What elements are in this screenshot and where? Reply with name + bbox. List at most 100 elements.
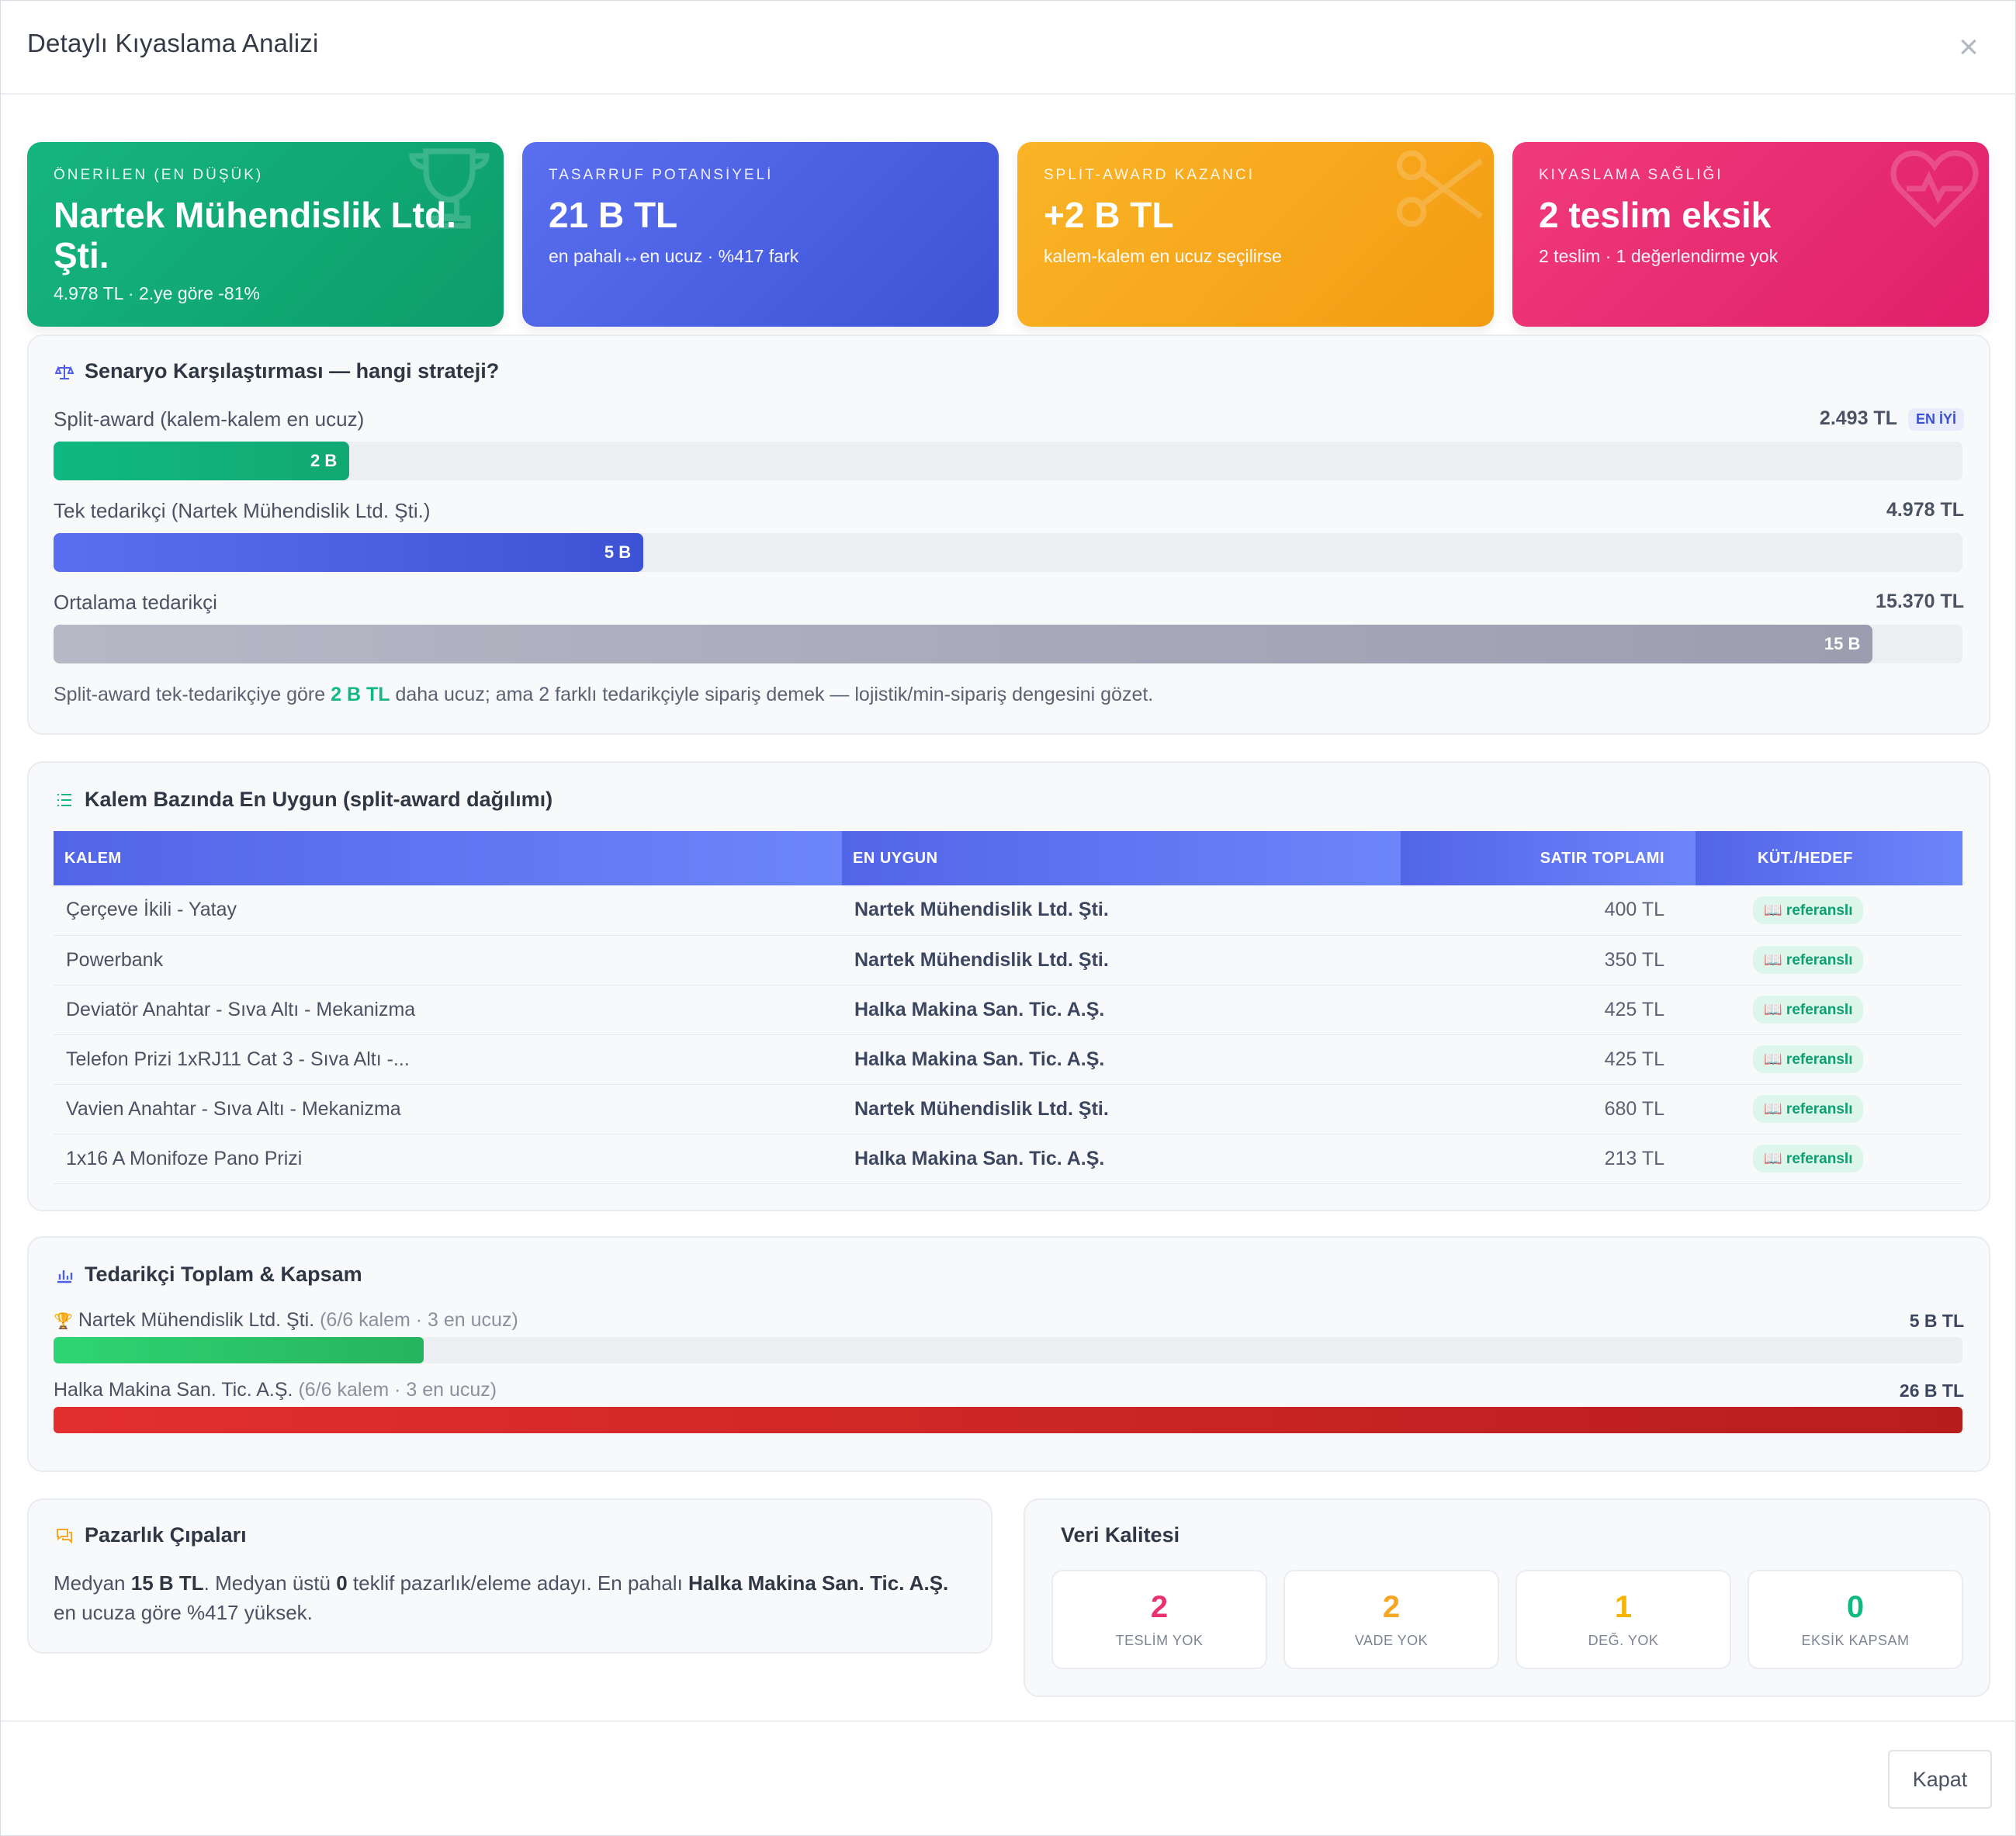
scenario-note: Split-award tek-tedarikçiye göre 2 B TL … <box>54 684 1153 706</box>
table-row: Powerbank Nartek Mühendislik Ltd. Şti. 3… <box>54 935 1962 986</box>
note-text: Split-award tek-tedarikçiye göre <box>54 684 331 705</box>
modal-footer: Kapat <box>1 1720 2016 1836</box>
kpi-label: SPLİT-AWARD KAZANCI <box>1044 167 1256 183</box>
reference-badge: 📖 referanslı <box>1753 946 1864 974</box>
dq-card-delivery: 2 TESLİM YOK <box>1051 1570 1267 1669</box>
scenario-label: Ortalama tedarikçi <box>54 591 217 614</box>
note-text: daha ucuz; ama 2 farklı tedarikçiyle sip… <box>390 684 1154 705</box>
dq-number: 1 <box>1614 1590 1633 1624</box>
dq-label: VADE YOK <box>1354 1633 1429 1648</box>
supplier-label: Halka Makina San. Tic. A.Ş. (6/6 kalem ·… <box>54 1379 497 1401</box>
scenario-bar-fill: 2 B <box>54 442 350 480</box>
item-total: 680 TL <box>1401 1084 1696 1135</box>
chat-icon <box>57 1529 72 1544</box>
comparison-modal: Detaylı Kıyaslama Analizi × ÖNERİLEN (EN… <box>0 0 2016 1836</box>
kpi-health: KIYASLAMA SAĞLIĞI 2 teslim eksik 2 tesli… <box>1512 142 1989 327</box>
kpi-savings: TASARRUF POTANSİYELİ 21 B TL en pahalı↔e… <box>522 142 999 327</box>
scenario-bar-track: 15 B <box>54 625 1962 663</box>
item-name: Powerbank <box>54 935 842 986</box>
kpi-value: 21 B TL <box>549 195 678 235</box>
negotiation-text: Medyan 15 B TL. Medyan üstü 0 teklif paz… <box>54 1568 954 1627</box>
kpi-sub: 4.978 TL · 2.ye göre -81% <box>54 283 260 303</box>
text: . Medyan üstü <box>203 1571 337 1595</box>
supplier-value: 5 B TL <box>1909 1311 1964 1331</box>
reference-badge: 📖 referanslı <box>1753 1045 1864 1073</box>
negotiation-panel: Pazarlık Çıpaları Medyan 15 B TL. Medyan… <box>27 1498 992 1654</box>
items-table: KALEM EN UYGUN SATIR TOPLAMI KÜT./HEDEF … <box>54 831 1962 1184</box>
kpi-label: TASARRUF POTANSİYELİ <box>549 167 774 183</box>
item-supplier: Nartek Mühendislik Ltd. Şti. <box>842 1084 1401 1135</box>
scenario-value: 4.978 TL <box>1886 499 1964 521</box>
kpi-sub: en pahalı↔en ucuz · %417 fark <box>549 246 799 266</box>
table-row: Telefon Prizi 1xRJ11 Cat 3 - Sıva Altı -… <box>54 1034 1962 1085</box>
close-icon[interactable]: × <box>1952 30 1986 64</box>
data-quality-panel: Veri Kalitesi 2 TESLİM YOK 2 VADE YOK 1 … <box>1024 1498 1990 1697</box>
kpi-sub: kalem-kalem en ucuz seçilirse <box>1044 246 1282 266</box>
item-target: 📖 referanslı <box>1696 935 1962 986</box>
table-row: Deviatör Anahtar - Sıva Altı - Mekanizma… <box>54 985 1962 1035</box>
items-panel: Kalem Bazında En Uygun (split-award dağı… <box>27 761 1990 1211</box>
dq-number: 2 <box>1382 1590 1401 1624</box>
item-supplier: Halka Makina San. Tic. A.Ş. <box>842 985 1401 1035</box>
dq-label: EKSİK KAPSAM <box>1801 1633 1910 1648</box>
kpi-split-award: SPLİT-AWARD KAZANCI +2 B TL kalem-kalem … <box>1017 142 1494 327</box>
item-name: Deviatör Anahtar - Sıva Altı - Mekanizma <box>54 985 842 1035</box>
dq-number: 0 <box>1846 1590 1865 1624</box>
most-expensive-supplier: Halka Makina San. Tic. A.Ş. <box>688 1571 949 1595</box>
kpi-recommended: ÖNERİLEN (EN DÜŞÜK) Nartek Mühendislik L… <box>27 142 504 327</box>
scenario-label: Tek tedarikçi (Nartek Mühendislik Ltd. Ş… <box>54 499 431 522</box>
text: teklif pazarlık/eleme adayı. En pahalı <box>347 1571 689 1595</box>
scenario-panel: Senaryo Karşılaştırması — hangi strateji… <box>27 334 1990 735</box>
table-row: 1x16 A Monifoze Pano Prizi Halka Makina … <box>54 1134 1962 1184</box>
item-name: Vavien Anahtar - Sıva Altı - Mekanizma <box>54 1084 842 1135</box>
heart-pulse-icon <box>1890 150 1979 228</box>
kpi-label: KIYASLAMA SAĞLIĞI <box>1539 167 1723 183</box>
table-row: Vavien Anahtar - Sıva Altı - Mekanizma N… <box>54 1084 1962 1135</box>
above-median-count: 0 <box>336 1571 348 1595</box>
item-target: 📖 referanslı <box>1696 1034 1962 1085</box>
panel-title: Kalem Bazında En Uygun (split-award dağı… <box>85 788 553 811</box>
close-button[interactable]: Kapat <box>1888 1750 1992 1809</box>
scenario-value: 15.370 TL <box>1876 591 1964 612</box>
item-target: 📖 referanslı <box>1696 1084 1962 1135</box>
dq-number: 2 <box>1150 1590 1169 1624</box>
reference-badge: 📖 referanslı <box>1753 996 1864 1024</box>
supplier-name: Nartek Mühendislik Ltd. Şti. <box>78 1309 315 1331</box>
item-total: 425 TL <box>1401 1034 1696 1085</box>
dq-label: DEĞ. YOK <box>1588 1633 1659 1648</box>
list-icon <box>57 794 71 806</box>
text: en ucuza göre %417 yüksek. <box>54 1601 313 1624</box>
item-total: 213 TL <box>1401 1134 1696 1184</box>
supplier-bar-track <box>54 1337 1962 1363</box>
supplier-totals-panel: Tedarikçi Toplam & Kapsam 🏆 Nartek Mühen… <box>27 1236 1990 1472</box>
item-name: Telefon Prizi 1xRJ11 Cat 3 - Sıva Altı -… <box>54 1034 842 1085</box>
col-header-item[interactable]: KALEM <box>54 831 842 885</box>
item-supplier: Halka Makina San. Tic. A.Ş. <box>842 1134 1401 1184</box>
balance-scale-icon <box>55 365 74 379</box>
item-target: 📖 referanslı <box>1696 1134 1962 1184</box>
scenario-bar-fill: 15 B <box>54 625 1873 663</box>
dq-card-evaluation: 1 DEĞ. YOK <box>1515 1570 1731 1669</box>
item-supplier: Nartek Mühendislik Ltd. Şti. <box>842 885 1401 936</box>
supplier-meta: (6/6 kalem · 3 en ucuz) <box>298 1379 497 1401</box>
col-header-supplier[interactable]: EN UYGUN <box>842 831 1401 885</box>
supplier-label: 🏆 Nartek Mühendislik Ltd. Şti. (6/6 kale… <box>54 1309 518 1332</box>
scenario-label: Split-award (kalem-kalem en ucuz) <box>54 407 365 431</box>
item-supplier: Nartek Mühendislik Ltd. Şti. <box>842 935 1401 986</box>
item-total: 425 TL <box>1401 985 1696 1035</box>
trophy-icon <box>409 148 490 229</box>
bar-chart-icon <box>57 1270 73 1283</box>
kpi-sub: 2 teslim · 1 değerlendirme yok <box>1539 246 1779 266</box>
scenario-amount: 2.493 TL <box>1819 407 1897 429</box>
kpi-label: ÖNERİLEN (EN DÜŞÜK) <box>54 167 264 183</box>
modal-title: Detaylı Kıyaslama Analizi <box>27 29 319 57</box>
panel-title: Senaryo Karşılaştırması — hangi strateji… <box>85 359 500 383</box>
table-row: Çerçeve İkili - Yatay Nartek Mühendislik… <box>54 885 1962 936</box>
best-badge: EN İYİ <box>1907 407 1964 431</box>
scenario-bar-fill: 5 B <box>54 533 644 572</box>
reference-badge: 📖 referanslı <box>1753 1095 1864 1123</box>
dq-card-coverage: 0 EKSİK KAPSAM <box>1748 1570 1963 1669</box>
col-header-target[interactable]: KÜT./HEDEF <box>1696 831 1962 885</box>
item-supplier: Halka Makina San. Tic. A.Ş. <box>842 1034 1401 1085</box>
col-header-total[interactable]: SATIR TOPLAMI <box>1401 831 1696 885</box>
